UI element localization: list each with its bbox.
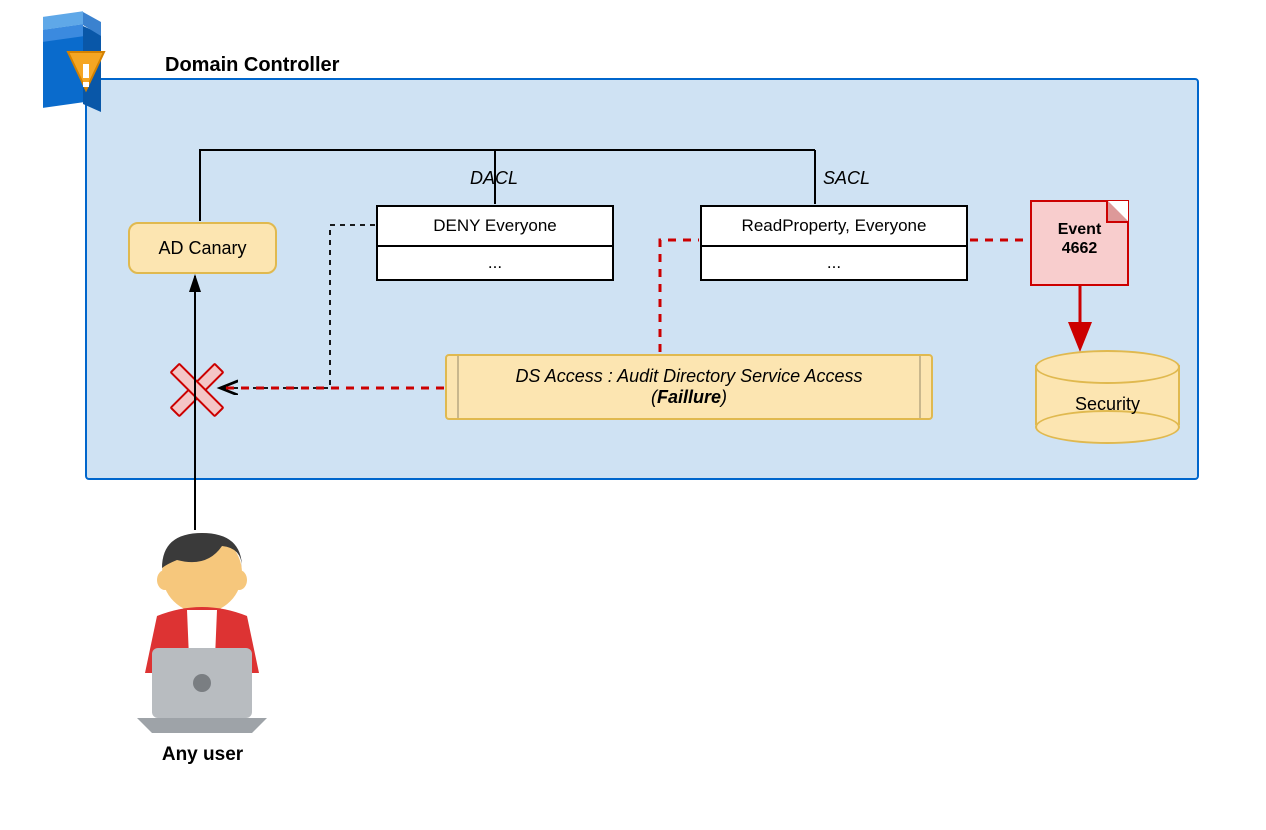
server-icon bbox=[28, 12, 128, 112]
security-db: Security bbox=[1035, 350, 1180, 442]
sacl-table: ReadProperty, Everyone ... bbox=[700, 205, 968, 281]
ad-canary-label: AD Canary bbox=[158, 238, 246, 259]
dacl-table: DENY Everyone ... bbox=[376, 205, 614, 281]
event-line2: 4662 bbox=[1062, 240, 1098, 257]
dacl-label: DACL bbox=[470, 168, 518, 189]
dacl-row-1: DENY Everyone bbox=[376, 205, 614, 247]
ds-access-paren-close: ) bbox=[721, 387, 727, 407]
deny-x-icon bbox=[168, 362, 220, 414]
dacl-row-2: ... bbox=[376, 247, 614, 281]
user-label: Any user bbox=[125, 744, 280, 766]
ds-access-line1: DS Access : Audit Directory Service Acce… bbox=[515, 366, 862, 386]
user-icon bbox=[117, 518, 287, 738]
diagram-canvas: Domain Controller AD Canary DACL DENY Ev… bbox=[0, 0, 1266, 830]
event-line1: Event bbox=[1058, 221, 1102, 238]
sacl-row-1: ReadProperty, Everyone bbox=[700, 205, 968, 247]
ds-access-box: DS Access : Audit Directory Service Acce… bbox=[445, 354, 933, 420]
ad-canary-node: AD Canary bbox=[128, 222, 277, 274]
security-label: Security bbox=[1035, 394, 1180, 415]
sacl-row-2: ... bbox=[700, 247, 968, 281]
sacl-label: SACL bbox=[823, 168, 870, 189]
domain-controller-title: Domain Controller bbox=[165, 54, 339, 77]
event-4662-doc: Event 4662 bbox=[1030, 200, 1125, 282]
ds-access-failure: Faillure bbox=[657, 387, 721, 407]
